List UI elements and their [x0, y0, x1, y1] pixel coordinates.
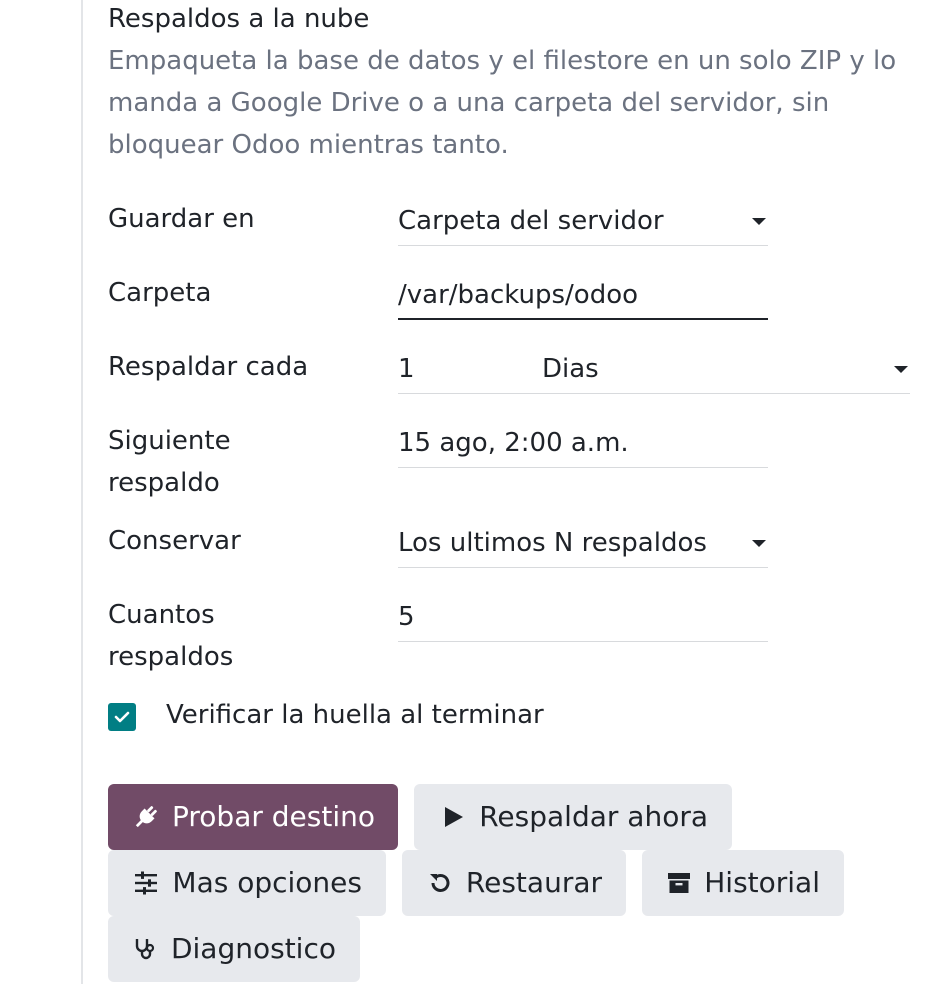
test-destination-label: Probar destino: [172, 800, 375, 833]
count-value: 5: [398, 602, 415, 632]
more-options-button[interactable]: Mas opciones: [108, 850, 386, 916]
caret-down-icon: [752, 540, 766, 547]
play-icon: [438, 802, 467, 832]
folder-value: /var/backups/odoo: [398, 280, 639, 310]
diagnostics-button[interactable]: Diagnostico: [108, 916, 360, 982]
retention-value: Los ultimos N respaldos: [398, 528, 707, 558]
section-title: Respaldos a la nube: [108, 4, 370, 34]
more-options-label: Mas opciones: [172, 866, 362, 899]
interval-unit-select[interactable]: Dias: [542, 348, 599, 390]
history-button[interactable]: Historial: [642, 850, 844, 916]
folder-input[interactable]: /var/backups/odoo: [398, 272, 768, 320]
backup-settings-panel: Respaldos a la nube Empaqueta la base de…: [0, 0, 946, 984]
restore-label: Restaurar: [465, 866, 602, 899]
count-label: Cuantos respaldos: [108, 600, 234, 672]
sliders-icon: [132, 868, 160, 898]
plug-icon: [132, 802, 160, 832]
undo-icon: [426, 868, 454, 898]
count-input[interactable]: 5: [398, 594, 768, 642]
interval-field[interactable]: 1 Dias: [398, 346, 910, 394]
interval-label: Respaldar cada: [108, 352, 309, 382]
history-label: Historial: [704, 866, 820, 899]
stethoscope-icon: [132, 934, 159, 964]
retention-label: Conservar: [108, 526, 241, 556]
next-backup-value: 15 ago, 2:00 a.m.: [398, 428, 629, 458]
storage-select[interactable]: Carpeta del servidor: [398, 198, 768, 246]
caret-down-icon: [752, 218, 766, 225]
folder-label: Carpeta: [108, 278, 212, 308]
next-backup-input[interactable]: 15 ago, 2:00 a.m.: [398, 420, 768, 468]
backup-now-label: Respaldar ahora: [479, 800, 708, 833]
backup-now-button[interactable]: Respaldar ahora: [414, 784, 732, 850]
interval-number-input[interactable]: 1: [398, 348, 415, 390]
storage-label: Guardar en: [108, 204, 255, 234]
test-destination-button[interactable]: Probar destino: [108, 784, 398, 850]
section-divider: [81, 0, 83, 984]
diagnostics-label: Diagnostico: [170, 932, 336, 965]
storage-value: Carpeta del servidor: [398, 206, 664, 236]
section-description: Empaqueta la base de datos y el filestor…: [108, 46, 897, 160]
next-backup-label: Siguiente respaldo: [108, 426, 231, 498]
caret-down-icon: [894, 366, 908, 373]
verify-checkbox-label[interactable]: Verificar la huella al terminar: [166, 694, 544, 736]
retention-select[interactable]: Los ultimos N respaldos: [398, 520, 768, 568]
check-icon: [114, 711, 130, 723]
restore-button[interactable]: Restaurar: [402, 850, 626, 916]
archive-icon: [666, 868, 692, 898]
verify-checkbox[interactable]: [108, 703, 136, 731]
